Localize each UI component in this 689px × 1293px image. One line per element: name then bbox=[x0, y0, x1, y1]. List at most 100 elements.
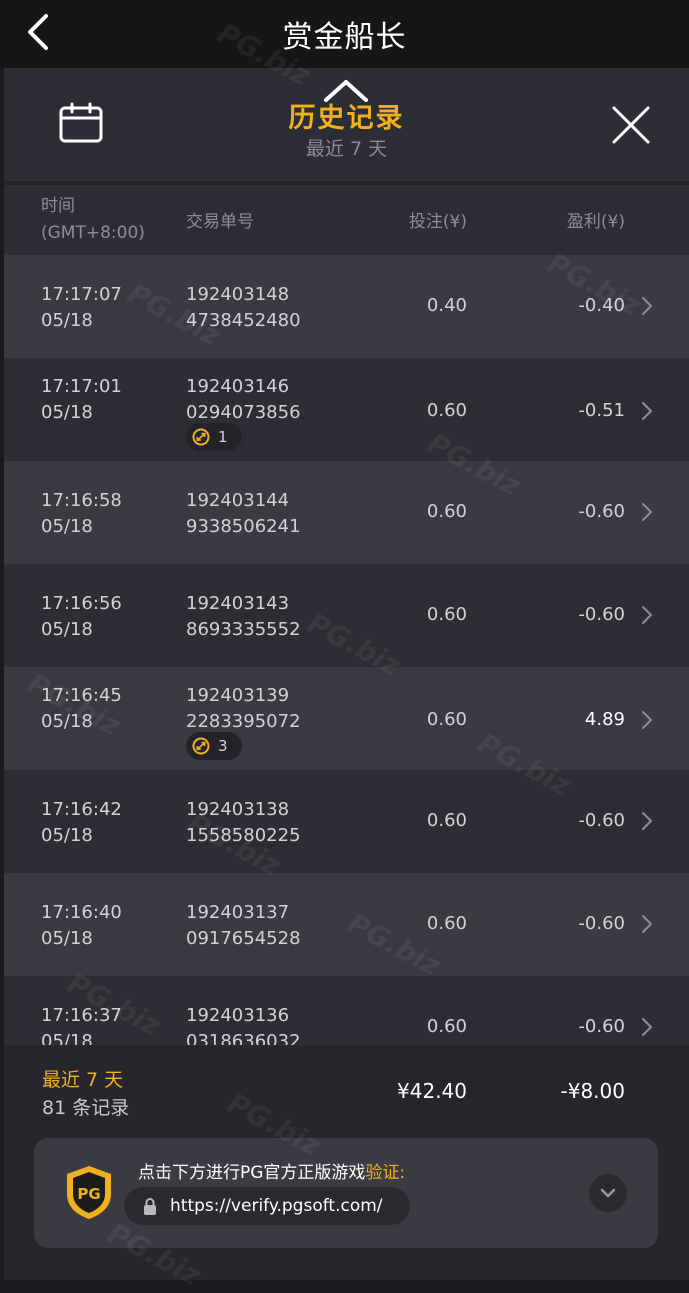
row-profit: -0.60 bbox=[578, 501, 625, 522]
row-txid: 192403146 0294073856 bbox=[186, 374, 301, 426]
free-spin-badge: 3 bbox=[186, 732, 242, 760]
verify-prompt-text: 点击下方进行PG官方正版游戏 bbox=[138, 1163, 366, 1183]
history-row[interactable]: 17:16:37 05/18 192403136 0318636032 0.60 -0.6… bbox=[4, 976, 689, 1045]
chevron-right-icon bbox=[642, 711, 652, 729]
history-title: 历史记录 bbox=[288, 103, 405, 134]
row-time: 17:16:42 05/18 bbox=[41, 797, 122, 849]
close-icon bbox=[612, 106, 650, 144]
chevron-down-icon bbox=[600, 1188, 616, 1198]
row-txid-line2: 0917654528 bbox=[186, 928, 301, 949]
col-time: 时间 (GMT+8:00) bbox=[41, 193, 145, 247]
row-time: 17:16:37 05/18 bbox=[41, 1003, 122, 1045]
chevron-right-icon bbox=[642, 402, 652, 420]
row-profit: -0.60 bbox=[578, 913, 625, 934]
column-headers: 时间 (GMT+8:00) 交易单号 投注(¥) 盈利(¥) bbox=[4, 185, 689, 255]
row-bet: 0.60 bbox=[426, 604, 467, 625]
row-time: 17:16:40 05/18 bbox=[41, 900, 122, 952]
app-bar: 赏金船长 bbox=[0, 0, 689, 68]
row-txid-line2: 1558580225 bbox=[186, 825, 301, 846]
expand-button[interactable] bbox=[589, 1174, 627, 1212]
row-date: 05/18 bbox=[41, 928, 93, 949]
row-bet: 0.60 bbox=[426, 709, 467, 730]
row-txid-line1: 192403146 bbox=[186, 376, 290, 397]
row-date: 05/18 bbox=[41, 619, 93, 640]
row-time: 17:16:45 05/18 bbox=[41, 683, 122, 735]
free-spin-icon bbox=[192, 428, 210, 446]
summary-period: 最近 7 天 bbox=[42, 1069, 124, 1091]
verify-prompt: 点击下方进行PG官方正版游戏验证: bbox=[138, 1158, 405, 1183]
back-button[interactable] bbox=[18, 10, 58, 54]
history-row[interactable]: 17:16:42 05/18 192403138 1558580225 0.60 -0.6… bbox=[4, 770, 689, 873]
verify-url-link[interactable]: https://verify.pgsoft.com/ bbox=[124, 1187, 410, 1225]
pg-logo-text: PG bbox=[77, 1185, 100, 1203]
chevron-right-icon bbox=[642, 503, 652, 521]
row-bet: 0.40 bbox=[426, 295, 467, 316]
row-txid-line1: 192403137 bbox=[186, 902, 290, 923]
history-row[interactable]: 17:16:45 05/18 192403139 2283395072 3 0.60 4.8… bbox=[4, 667, 689, 770]
summary-total-bet: ¥42.40 bbox=[397, 1079, 467, 1103]
history-row[interactable]: 17:17:07 05/18 192403148 4738452480 0.40 -0.4… bbox=[4, 255, 689, 358]
row-time-value: 17:16:45 bbox=[41, 685, 122, 706]
verify-url: https://verify.pgsoft.com/ bbox=[170, 1196, 383, 1216]
verify-card: PG 点击下方进行PG官方正版游戏验证: https://verify.pgso… bbox=[34, 1138, 658, 1248]
row-bet: 0.60 bbox=[426, 810, 467, 831]
row-date: 05/18 bbox=[41, 516, 93, 537]
row-time: 17:17:07 05/18 bbox=[41, 282, 122, 334]
row-time-value: 17:16:37 bbox=[41, 1005, 122, 1026]
row-time: 17:16:56 05/18 bbox=[41, 591, 122, 643]
row-time: 17:17:01 05/18 bbox=[41, 374, 122, 426]
row-profit: -0.60 bbox=[578, 604, 625, 625]
row-time-value: 17:16:58 bbox=[41, 490, 122, 511]
row-txid-line1: 192403139 bbox=[186, 685, 290, 706]
row-txid: 192403139 2283395072 bbox=[186, 683, 301, 735]
verify-highlight: 验证: bbox=[365, 1163, 406, 1183]
close-button[interactable] bbox=[608, 102, 654, 148]
row-profit: -0.60 bbox=[578, 810, 625, 831]
chevron-right-icon bbox=[642, 606, 652, 624]
row-time-value: 17:17:07 bbox=[41, 284, 122, 305]
row-date: 05/18 bbox=[41, 402, 93, 423]
row-time-value: 17:16:42 bbox=[41, 799, 122, 820]
row-date: 05/18 bbox=[41, 310, 93, 331]
row-txid-line1: 192403143 bbox=[186, 593, 290, 614]
row-time-value: 17:16:56 bbox=[41, 593, 122, 614]
row-date: 05/18 bbox=[41, 1031, 93, 1045]
row-date: 05/18 bbox=[41, 711, 93, 732]
free-spin-icon bbox=[192, 737, 210, 755]
history-row[interactable]: 17:17:01 05/18 192403146 0294073856 1 0.60 -0.… bbox=[4, 358, 689, 461]
summary-total-profit: -¥8.00 bbox=[560, 1079, 625, 1103]
chevron-right-icon bbox=[642, 1018, 652, 1036]
row-time: 17:16:58 05/18 bbox=[41, 488, 122, 540]
history-header: 历史记录 最近 7 天 bbox=[4, 68, 689, 183]
history-row[interactable]: 17:16:58 05/18 192403144 9338506241 0.60 -0.6… bbox=[4, 461, 689, 564]
free-spin-count: 3 bbox=[218, 737, 228, 755]
pg-logo-icon: PG bbox=[67, 1166, 111, 1219]
col-bet: 投注(¥) bbox=[408, 212, 467, 232]
history-row[interactable]: 17:16:56 05/18 192403143 8693335552 0.60 -0.6… bbox=[4, 564, 689, 667]
row-bet: 0.60 bbox=[426, 913, 467, 934]
row-txid-line2: 9338506241 bbox=[186, 516, 301, 537]
history-period[interactable]: 最近 7 天 bbox=[4, 134, 689, 161]
row-txid-line1: 192403138 bbox=[186, 799, 290, 820]
summary-count: 81 条记录 bbox=[42, 1097, 130, 1119]
row-profit: -0.60 bbox=[578, 1016, 625, 1037]
free-spin-count: 1 bbox=[218, 428, 228, 446]
chevron-right-icon bbox=[642, 915, 652, 933]
row-profit: -0.51 bbox=[578, 400, 625, 421]
col-profit: 盈利(¥) bbox=[566, 212, 625, 232]
row-txid-line2: 4738452480 bbox=[186, 310, 301, 331]
row-txid: 192403144 9338506241 bbox=[186, 488, 301, 540]
history-row[interactable]: 17:16:40 05/18 192403137 0917654528 0.60 -0.6… bbox=[4, 873, 689, 976]
row-date: 05/18 bbox=[41, 825, 93, 846]
row-txid-line1: 192403136 bbox=[186, 1005, 290, 1026]
row-txid: 192403137 0917654528 bbox=[186, 900, 301, 952]
col-time-label: 时间 bbox=[41, 196, 75, 216]
row-txid-line1: 192403144 bbox=[186, 490, 290, 511]
summary-bar: 最近 7 天 81 条记录 ¥42.40 -¥8.00 PG 点击下方进行PG官… bbox=[4, 1045, 689, 1280]
free-spin-badge: 1 bbox=[186, 423, 242, 451]
row-txid: 192403138 1558580225 bbox=[186, 797, 301, 849]
row-txid: 192403143 8693335552 bbox=[186, 591, 301, 643]
row-bet: 0.60 bbox=[426, 1016, 467, 1037]
row-txid-line2: 8693335552 bbox=[186, 619, 301, 640]
history-list: 17:17:07 05/18 192403148 4738452480 0.40 -0.4… bbox=[4, 255, 689, 1045]
